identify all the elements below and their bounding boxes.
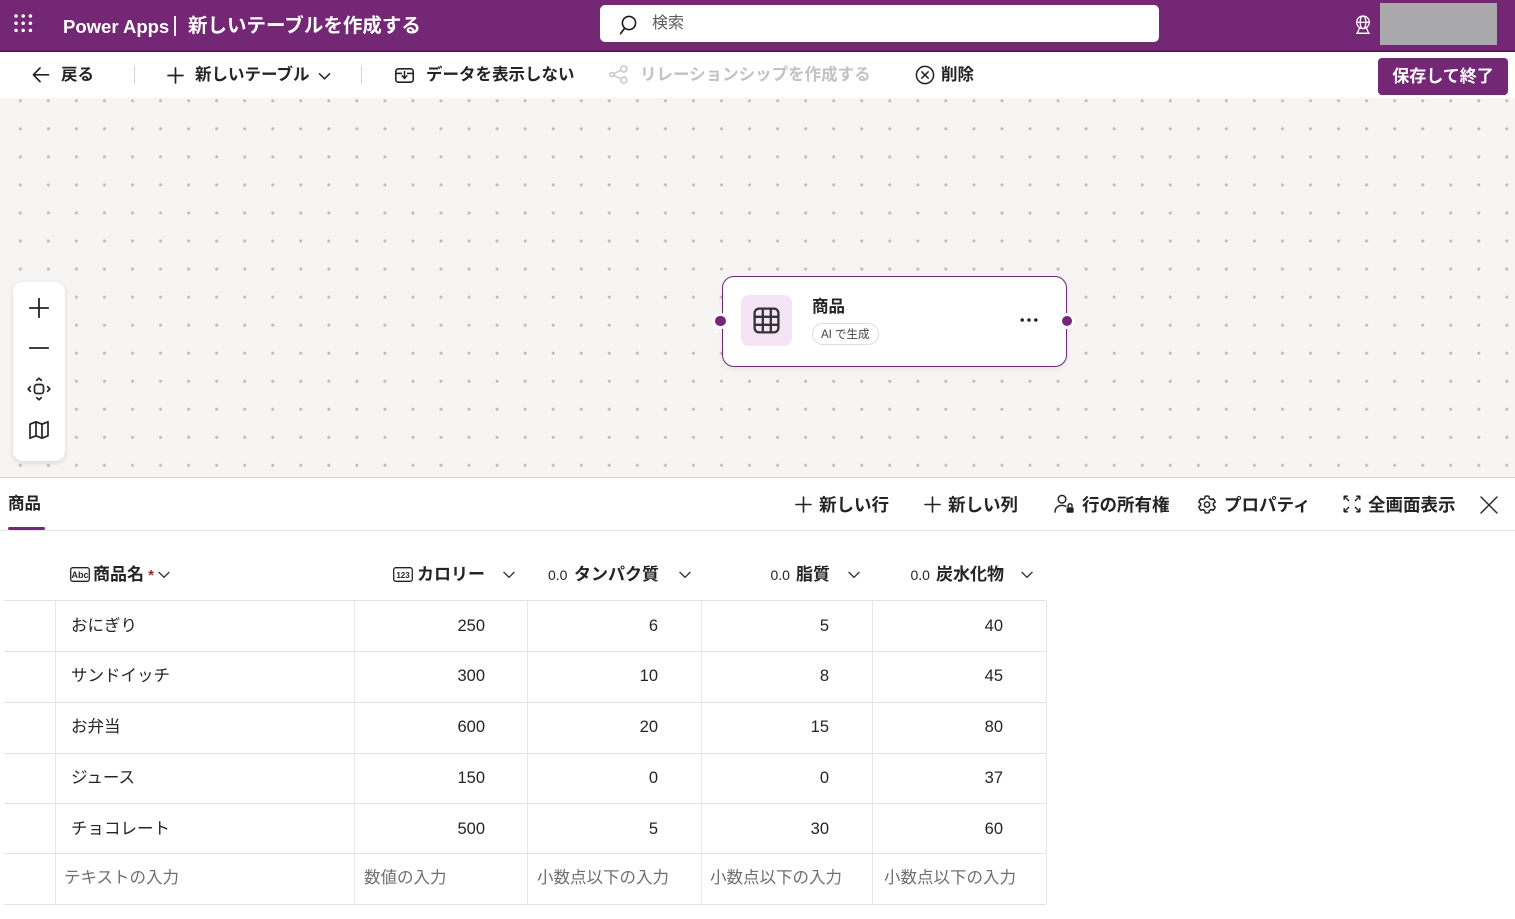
svg-text:123: 123 [396,571,410,580]
svg-text:Abc: Abc [71,570,88,580]
